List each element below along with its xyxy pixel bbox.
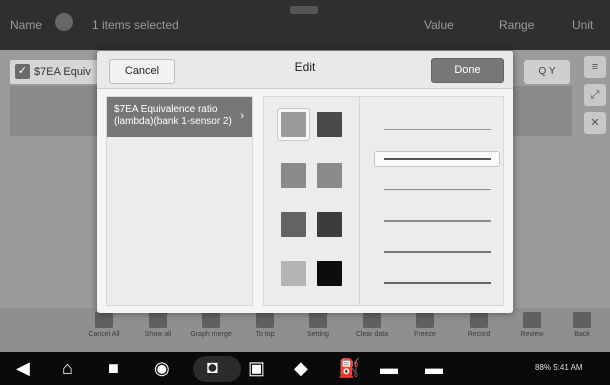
toolbar-show-all[interactable]: Show all	[130, 312, 186, 338]
show-all-icon	[149, 312, 167, 328]
data-item-label: $7EA Equiv	[34, 66, 91, 78]
color-swatch[interactable]	[281, 112, 306, 137]
toolbar-cancel-all[interactable]: Cancel All	[76, 312, 132, 338]
toolbar-record[interactable]: Record	[451, 312, 507, 338]
value-column-label: Value	[424, 18, 454, 32]
toolbar-clear-data[interactable]: Clear data	[344, 312, 400, 338]
unit-column-label: Unit	[572, 18, 594, 32]
selection-count: 1 items selected	[92, 18, 179, 32]
toolbar-setting[interactable]: Setting	[290, 312, 346, 338]
fuel-icon[interactable]: ⛽	[338, 358, 360, 378]
data-item-row[interactable]: ✓ $7EA Equiv	[10, 60, 100, 84]
color-swatch[interactable]	[281, 212, 306, 237]
display-icon[interactable]: ▣	[248, 358, 265, 378]
name-settings-icon[interactable]	[55, 13, 73, 31]
done-button[interactable]: Done	[431, 58, 504, 83]
menu-icon[interactable]: ≡	[584, 56, 606, 78]
vehicle-service-icon[interactable]: ▬	[425, 358, 443, 378]
live-data-header: Name 1 items selected Value Range Unit	[0, 0, 610, 50]
toolbar-review[interactable]: Review	[504, 312, 560, 338]
line-width-option[interactable]	[384, 189, 491, 190]
vehicle-icon[interactable]: ▬	[380, 358, 398, 378]
clear-data-icon	[363, 312, 381, 328]
toolbar-back[interactable]: Back	[554, 312, 610, 338]
line-width-option[interactable]	[384, 220, 491, 222]
function-toolbar: Cancel All Show all Graph merge To top S…	[0, 308, 610, 352]
color-swatch[interactable]	[317, 261, 342, 286]
dialog-header: Cancel Edit Done	[97, 51, 513, 89]
system-navbar: ◀ ⌂ ■ ◉ ◘ ▣ ◆ ⛽ ▬ ▬ 88% 5:41 AM	[0, 352, 610, 385]
nav-recents-icon[interactable]: ■	[108, 358, 119, 378]
line-width-option[interactable]	[384, 282, 491, 284]
line-width-option[interactable]	[384, 129, 491, 130]
cancel-all-icon	[95, 312, 113, 328]
graph-merge-icon	[202, 312, 220, 328]
range-column-label: Range	[499, 18, 535, 32]
expand-icon[interactable]: ⤢	[584, 84, 606, 106]
record-icon	[470, 312, 488, 328]
parameter-label: $7EA Equivalence ratio (lambda)(bank 1-s…	[114, 104, 232, 127]
toolbar-to-top[interactable]: To top	[237, 312, 293, 338]
line-width-option[interactable]	[384, 251, 491, 253]
line-width-option[interactable]	[384, 158, 491, 160]
graph-area-right	[510, 86, 572, 136]
setting-icon	[309, 312, 327, 328]
parameter-list: $7EA Equivalence ratio (lambda)(bank 1-s…	[106, 96, 253, 306]
color-swatch[interactable]	[317, 163, 342, 188]
graph-area	[10, 86, 100, 136]
nav-back-icon[interactable]: ◀	[16, 358, 30, 378]
color-swatch[interactable]	[281, 163, 306, 188]
nav-home-icon[interactable]: ⌂	[62, 358, 73, 378]
back-icon	[573, 312, 591, 328]
browser-icon[interactable]: ◉	[154, 358, 170, 378]
freeze-icon	[416, 312, 434, 328]
checkbox-icon[interactable]: ✓	[15, 64, 30, 79]
color-swatch[interactable]	[281, 261, 306, 286]
handle-icon	[290, 6, 318, 14]
style-options-panel	[263, 96, 504, 306]
parameter-list-item[interactable]: $7EA Equivalence ratio (lambda)(bank 1-s…	[107, 97, 252, 137]
review-icon	[523, 312, 541, 328]
color-swatch[interactable]	[317, 212, 342, 237]
screen: Name 1 items selected Value Range Unit ✓…	[0, 0, 610, 385]
status-bar: 88% 5:41 AM	[535, 363, 583, 372]
zoom-button[interactable]: Q Y	[524, 60, 570, 84]
name-column-label: Name	[10, 18, 43, 32]
panel-divider	[359, 97, 360, 305]
toolbar-graph-merge[interactable]: Graph merge	[183, 312, 239, 338]
to-top-icon	[256, 312, 274, 328]
close-icon[interactable]: ✕	[584, 112, 606, 134]
edit-dialog: Cancel Edit Done $7EA Equivalence ratio …	[97, 51, 513, 313]
vci-icon[interactable]: ◆	[294, 358, 308, 378]
camera-icon: ◘	[207, 357, 218, 377]
chevron-right-icon: ›	[240, 110, 244, 122]
toolbar-freeze[interactable]: Freeze	[397, 312, 453, 338]
color-swatch[interactable]	[317, 112, 342, 137]
